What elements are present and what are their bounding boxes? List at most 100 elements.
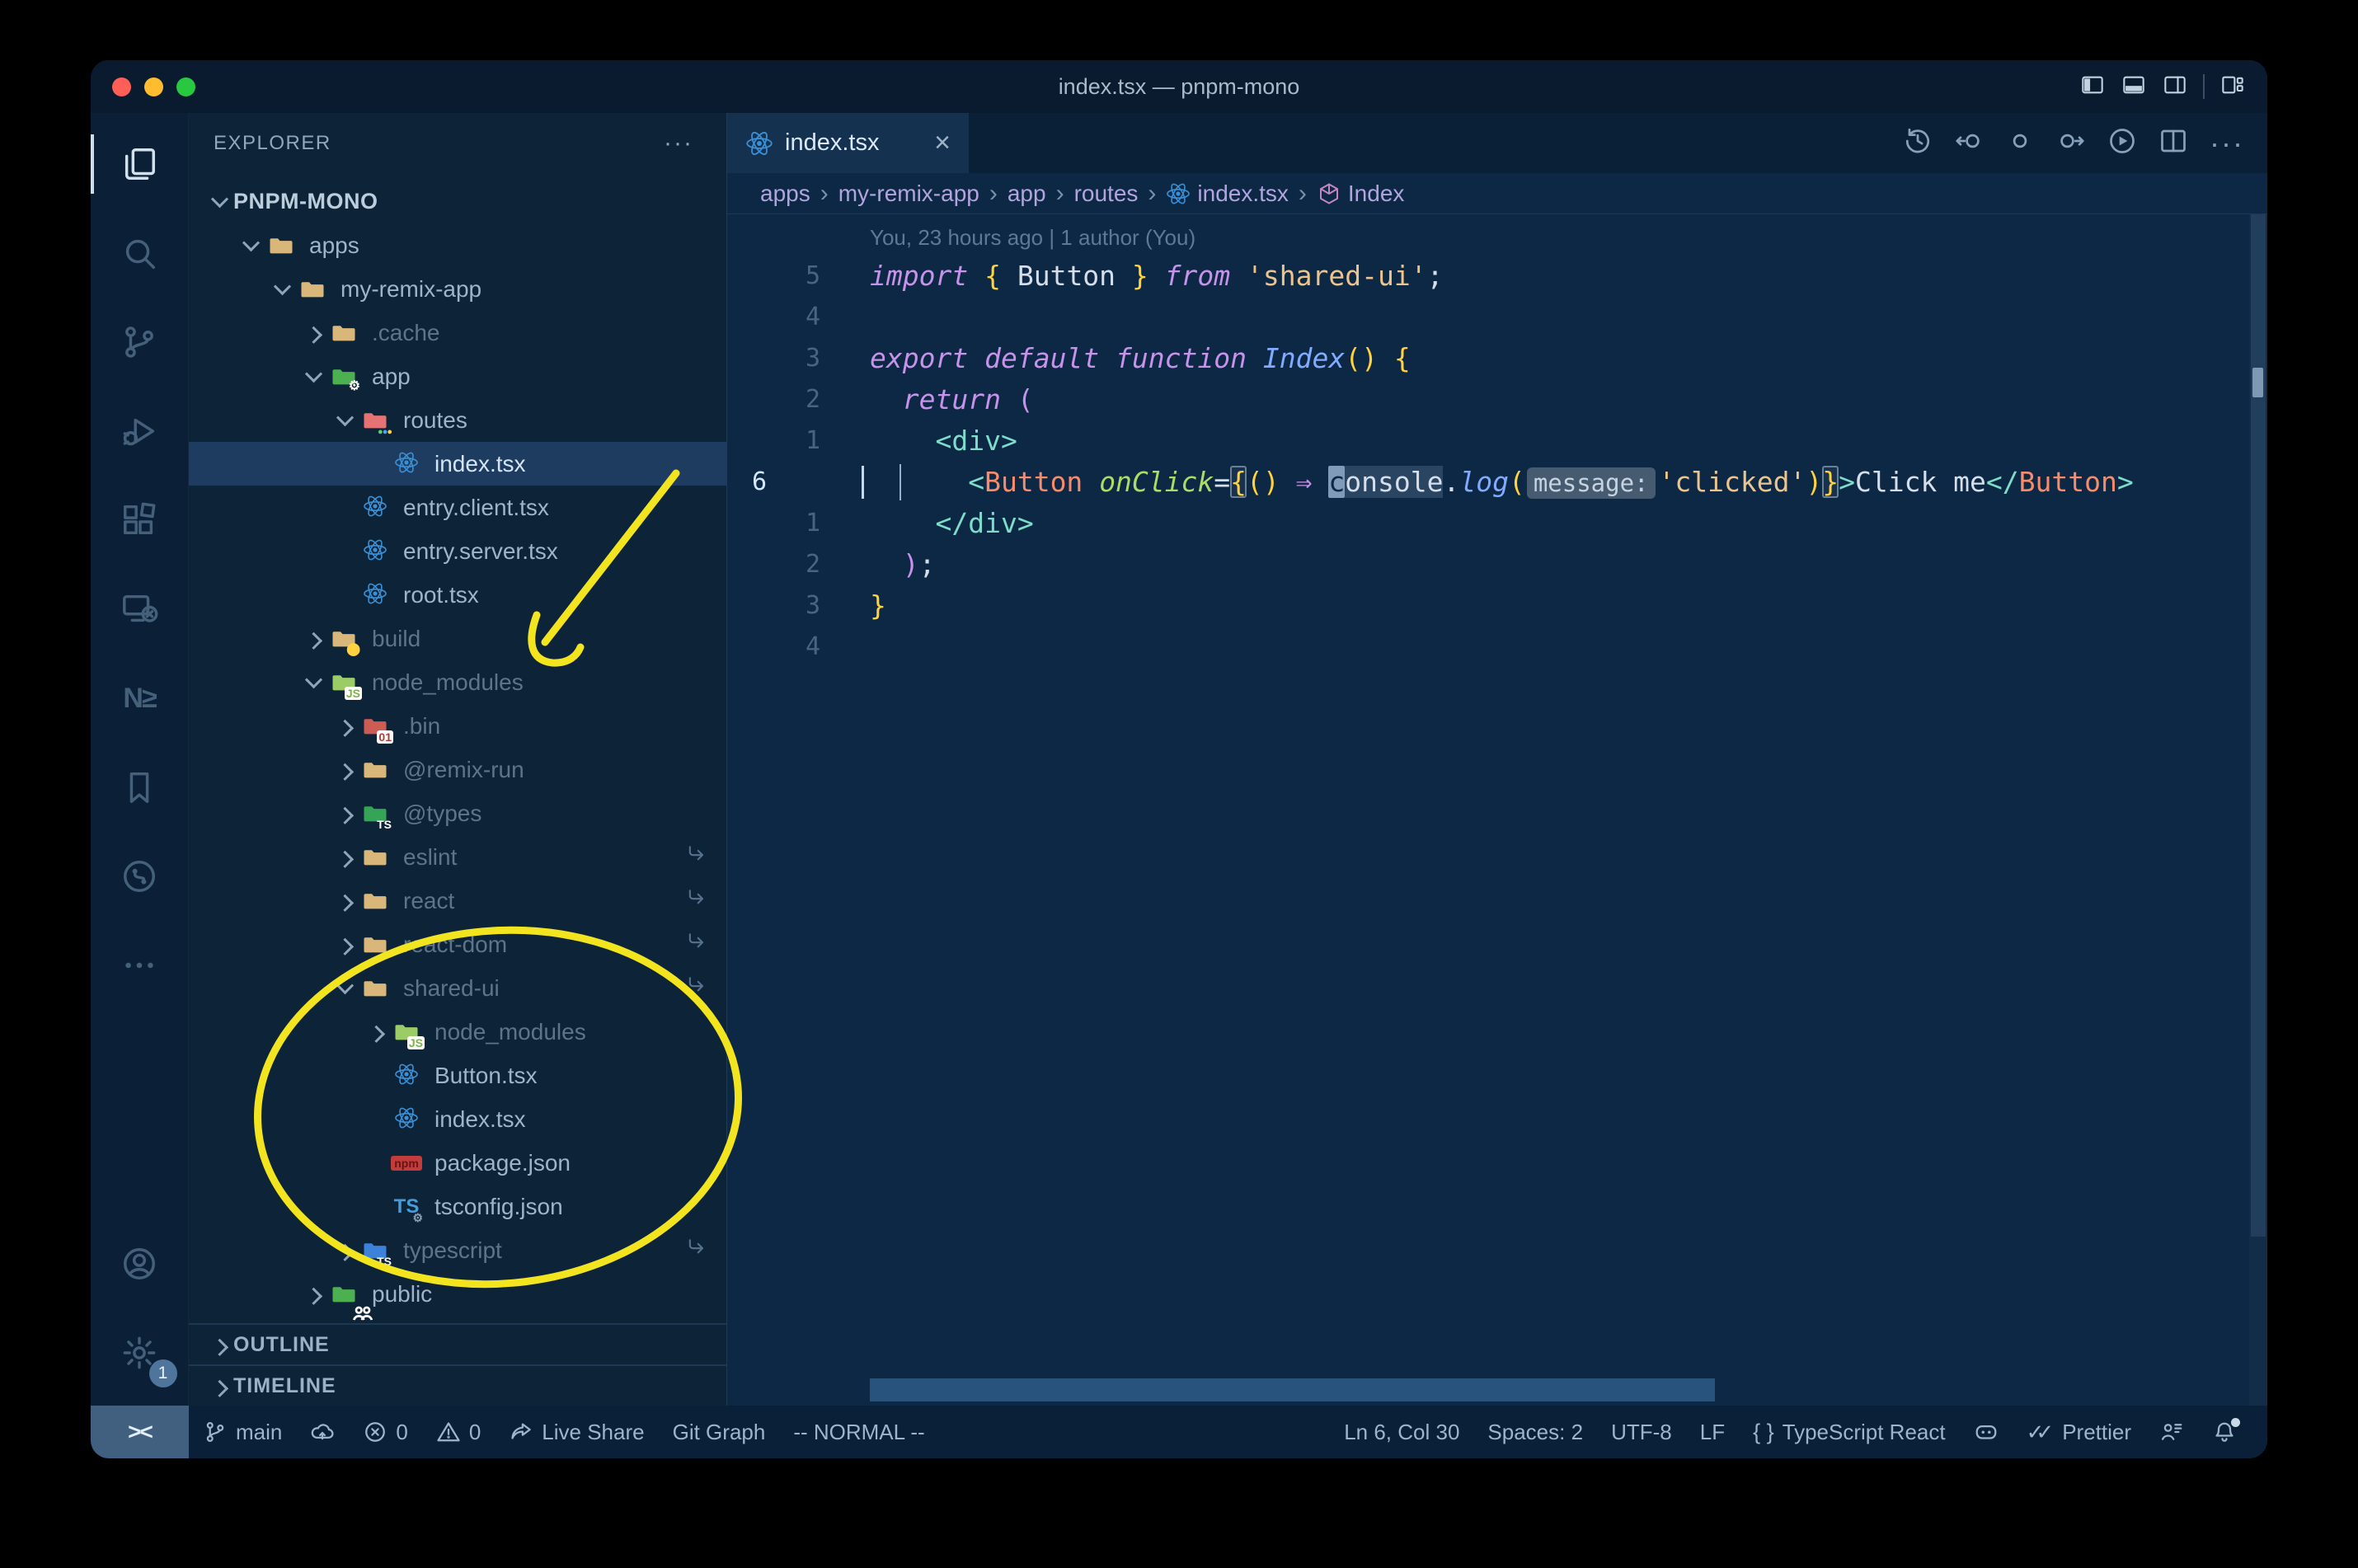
breadcrumb-item-index[interactable]: Index (1317, 181, 1404, 207)
activity-item-git-graph[interactable] (91, 832, 189, 921)
breadcrumb-item-app[interactable]: app (1008, 181, 1046, 207)
breadcrumb-item-my-remix-app[interactable]: my-remix-app (838, 181, 979, 207)
status-git-branch[interactable]: main (189, 1406, 296, 1458)
tree-item-entry-server-tsx[interactable]: entry.server.tsx (189, 529, 726, 573)
status-copilot[interactable] (1960, 1406, 2013, 1458)
chevron-down-icon[interactable] (331, 974, 359, 1002)
status-feedback[interactable] (2145, 1406, 2198, 1458)
activity-item-explorer[interactable] (91, 120, 189, 209)
panel-left-icon[interactable] (2079, 73, 2106, 101)
minimize-window-button[interactable] (144, 77, 163, 96)
tree-item-public[interactable]: public (189, 1272, 726, 1321)
section-outline[interactable]: OUTLINE (189, 1323, 726, 1364)
status-remote-indicator[interactable]: >< (91, 1406, 189, 1458)
tree-item--types[interactable]: TS @types (189, 791, 726, 835)
tab-index-tsx[interactable]: index.tsx × (727, 113, 969, 173)
explorer-more-actions-button[interactable]: ··· (664, 129, 693, 157)
activity-item-settings[interactable]: 1 (91, 1308, 189, 1397)
tree-item-react-dom[interactable]: react-dom (189, 922, 726, 966)
status-notifications[interactable] (2198, 1406, 2251, 1458)
breadcrumb-item-apps[interactable]: apps (760, 181, 810, 207)
breadcrumb-item-routes[interactable]: routes (1074, 181, 1139, 207)
tree-item-build[interactable]: ⬤ build (189, 617, 726, 660)
status-eol[interactable]: LF (1686, 1406, 1739, 1458)
chevron-right-icon[interactable] (299, 1280, 327, 1308)
activity-item-accounts[interactable] (91, 1219, 189, 1308)
tree-item-shared-ui[interactable]: shared-ui (189, 966, 726, 1010)
run-icon[interactable] (2107, 126, 2137, 160)
tree-item-my-remix-app[interactable]: my-remix-app (189, 267, 726, 311)
activity-item-search[interactable] (91, 209, 189, 298)
chevron-right-icon[interactable] (299, 625, 327, 653)
chevron-right-icon[interactable] (299, 319, 327, 347)
nav-forward-icon[interactable] (2056, 126, 2086, 160)
tree-item-routes[interactable]: ●●● routes (189, 398, 726, 442)
tree-item-apps[interactable]: apps (189, 223, 726, 267)
chevron-down-icon[interactable] (299, 363, 327, 391)
status-sync[interactable] (296, 1406, 349, 1458)
chevron-right-icon[interactable] (362, 1018, 390, 1046)
nav-back-icon[interactable] (1954, 126, 1984, 160)
activity-item-run-debug[interactable] (91, 387, 189, 476)
activity-item-bookmarks[interactable] (91, 743, 189, 832)
status-prettier[interactable]: ✓✓ Prettier (2013, 1406, 2145, 1458)
status-indentation[interactable]: Spaces: 2 (1473, 1406, 1597, 1458)
chevron-down-icon[interactable] (237, 232, 265, 260)
activity-item-remote-explorer[interactable] (91, 565, 189, 654)
tree-item--cache[interactable]: .cache (189, 311, 726, 354)
nav-dot-icon[interactable] (2005, 126, 2035, 160)
status-language-mode[interactable]: { } TypeScript React (1739, 1406, 1960, 1458)
tree-item-package-json[interactable]: npm package.json (189, 1141, 726, 1185)
zoom-window-button[interactable] (176, 77, 195, 96)
section-timeline[interactable]: TIMELINE (189, 1364, 726, 1406)
status-encoding[interactable]: UTF-8 (1597, 1406, 1686, 1458)
tree-item-typescript[interactable]: TS typescript (189, 1228, 726, 1272)
tree-item-root-tsx[interactable]: root.tsx (189, 573, 726, 617)
chevron-right-icon[interactable] (331, 843, 359, 871)
status-warnings[interactable]: 0 (422, 1406, 495, 1458)
more-actions-icon[interactable]: ··· (2210, 126, 2244, 161)
chevron-right-icon[interactable] (331, 1237, 359, 1265)
panel-bottom-icon[interactable] (2121, 73, 2147, 101)
chevron-right-icon[interactable] (331, 887, 359, 915)
chevron-right-icon[interactable] (331, 756, 359, 784)
status-errors[interactable]: 0 (349, 1406, 421, 1458)
activity-item-more-views[interactable] (91, 921, 189, 1010)
tree-item--remix-run[interactable]: @remix-run (189, 748, 726, 791)
panel-right-icon[interactable] (2162, 73, 2188, 101)
history-icon[interactable] (1903, 126, 1933, 160)
tree-item-tsconfig-json[interactable]: TS ⚙ tsconfig.json (189, 1185, 726, 1228)
tree-item-node-modules[interactable]: JS node_modules (189, 1010, 726, 1054)
customize-layout-icon[interactable] (2219, 73, 2246, 101)
status-live-share[interactable]: Live Share (495, 1406, 658, 1458)
horizontal-scrollbar-slider[interactable] (870, 1378, 1715, 1401)
tree-item-index-tsx[interactable]: index.tsx (189, 1097, 726, 1141)
activity-item-nx-console[interactable]: N≥ (91, 654, 189, 743)
close-tab-icon[interactable]: × (934, 127, 951, 159)
status-vim-mode[interactable]: -- NORMAL -- (779, 1406, 938, 1458)
tree-item-app[interactable]: ⚙ app (189, 354, 726, 398)
chevron-right-icon[interactable] (331, 712, 359, 740)
breadcrumb-item-index-tsx[interactable]: index.tsx (1166, 181, 1289, 207)
status-cursor-position[interactable]: Ln 6, Col 30 (1330, 1406, 1473, 1458)
tree-item-button-tsx[interactable]: Button.tsx (189, 1054, 726, 1097)
tree-item-node-modules[interactable]: JS node_modules (189, 660, 726, 704)
vertical-scrollbar[interactable] (2249, 214, 2267, 1406)
git-blame-codelens[interactable]: You, 23 hours ago | 1 author (You) (870, 219, 1195, 256)
chevron-down-icon[interactable] (331, 406, 359, 434)
chevron-right-icon[interactable] (331, 931, 359, 959)
chevron-right-icon[interactable] (331, 800, 359, 828)
tree-root-pnpm-mono[interactable]: PNPM-MONO (189, 180, 726, 223)
close-window-button[interactable] (112, 77, 131, 96)
chevron-down-icon[interactable] (299, 669, 327, 697)
tree-item-index-tsx[interactable]: index.tsx (189, 442, 726, 486)
tree-item--bin[interactable]: 01 .bin (189, 704, 726, 748)
tree-item-eslint[interactable]: eslint (189, 835, 726, 879)
split-icon[interactable] (2158, 126, 2188, 160)
activity-item-source-control[interactable] (91, 298, 189, 387)
code-editor[interactable]: You, 23 hours ago | 1 author (You) 5 impor… (727, 214, 2267, 1406)
tree-item-react[interactable]: react (189, 879, 726, 922)
status-git-graph[interactable]: Git Graph (659, 1406, 780, 1458)
chevron-down-icon[interactable] (268, 275, 296, 303)
activity-item-extensions[interactable] (91, 476, 189, 565)
